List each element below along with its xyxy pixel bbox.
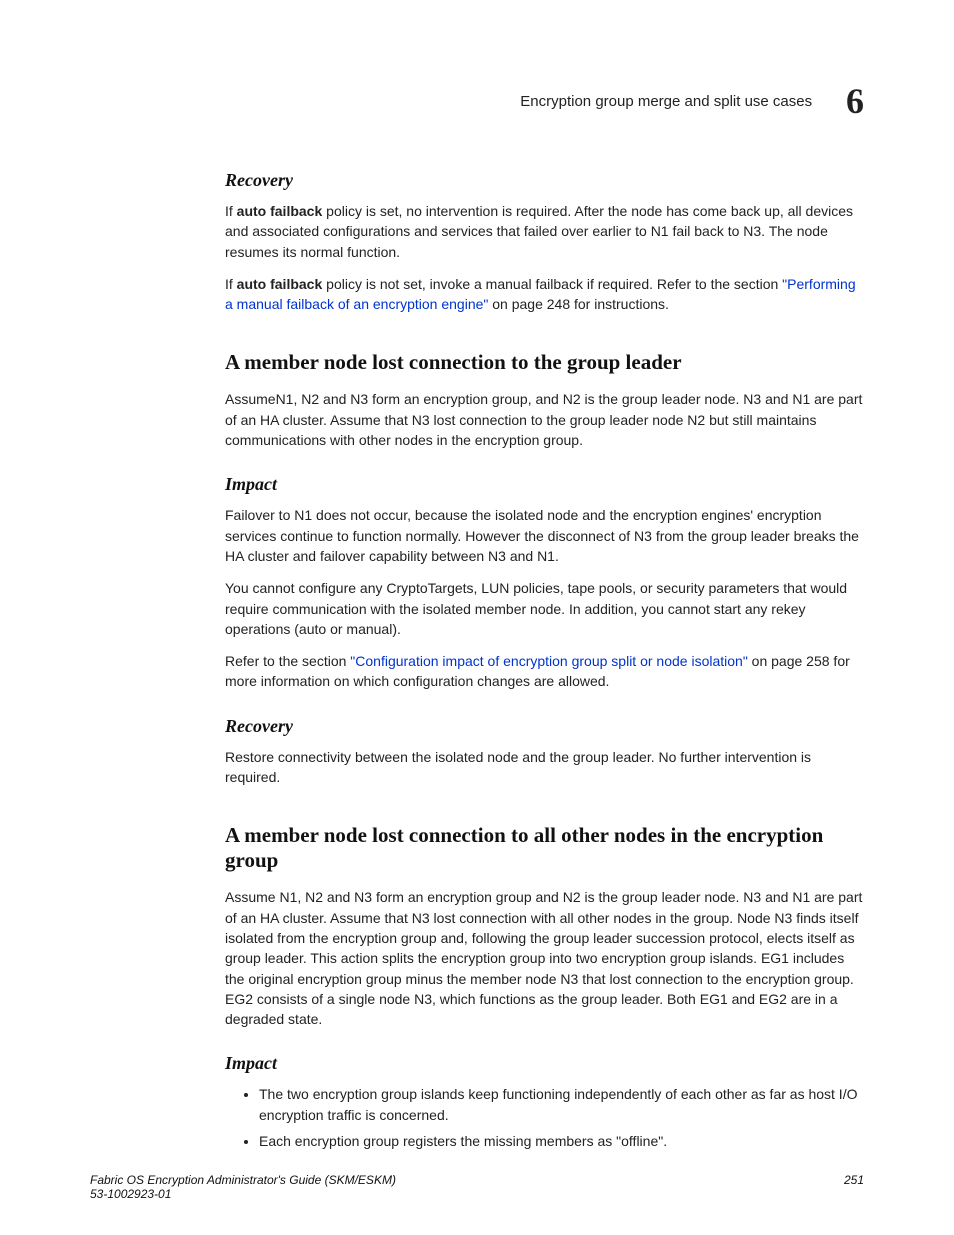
footer-doc-title: Fabric OS Encryption Administrator's Gui… xyxy=(90,1173,396,1187)
header-title: Encryption group merge and split use cas… xyxy=(520,93,812,110)
chapter-number: 6 xyxy=(846,80,864,122)
impact-bullet-list: The two encryption group islands keep fu… xyxy=(225,1084,864,1151)
document-page: Encryption group merge and split use cas… xyxy=(0,0,954,1235)
section1-heading: A member node lost connection to the gro… xyxy=(225,350,864,375)
text: on page 248 for instructions. xyxy=(488,296,669,312)
bold-term: auto failback xyxy=(237,203,323,219)
recovery2-p: Restore connectivity between the isolate… xyxy=(225,747,864,788)
text: If xyxy=(225,276,237,292)
running-header: Encryption group merge and split use cas… xyxy=(225,80,864,122)
text: policy is not set, invoke a manual failb… xyxy=(322,276,782,292)
footer-doc-id: 53-1002923-01 xyxy=(90,1187,396,1201)
list-item: The two encryption group islands keep fu… xyxy=(259,1084,864,1125)
section2-para1: Assume N1, N2 and N3 form an encryption … xyxy=(225,887,864,1029)
recovery1-para1: If auto failback policy is set, no inter… xyxy=(225,201,864,262)
crossref-link-config-impact[interactable]: "Configuration impact of encryption grou… xyxy=(350,653,748,669)
impact1-p2: You cannot configure any CryptoTargets, … xyxy=(225,578,864,639)
impact1-p3: Refer to the section "Configuration impa… xyxy=(225,651,864,692)
section1-para1: AssumeN1, N2 and N3 form an encryption g… xyxy=(225,389,864,450)
impact-heading-1: Impact xyxy=(225,474,864,495)
recovery1-para2: If auto failback policy is not set, invo… xyxy=(225,274,864,315)
page-footer: Fabric OS Encryption Administrator's Gui… xyxy=(90,1173,864,1201)
section2-heading: A member node lost connection to all oth… xyxy=(225,823,864,873)
recovery-heading-2: Recovery xyxy=(225,716,864,737)
page-number: 251 xyxy=(844,1173,864,1187)
text: If xyxy=(225,203,237,219)
impact1-p1: Failover to N1 does not occur, because t… xyxy=(225,505,864,566)
impact-heading-2: Impact xyxy=(225,1053,864,1074)
recovery-heading-1: Recovery xyxy=(225,170,864,191)
footer-left: Fabric OS Encryption Administrator's Gui… xyxy=(90,1173,396,1201)
bold-term: auto failback xyxy=(237,276,323,292)
text: Refer to the section xyxy=(225,653,350,669)
list-item: Each encryption group registers the miss… xyxy=(259,1131,864,1151)
